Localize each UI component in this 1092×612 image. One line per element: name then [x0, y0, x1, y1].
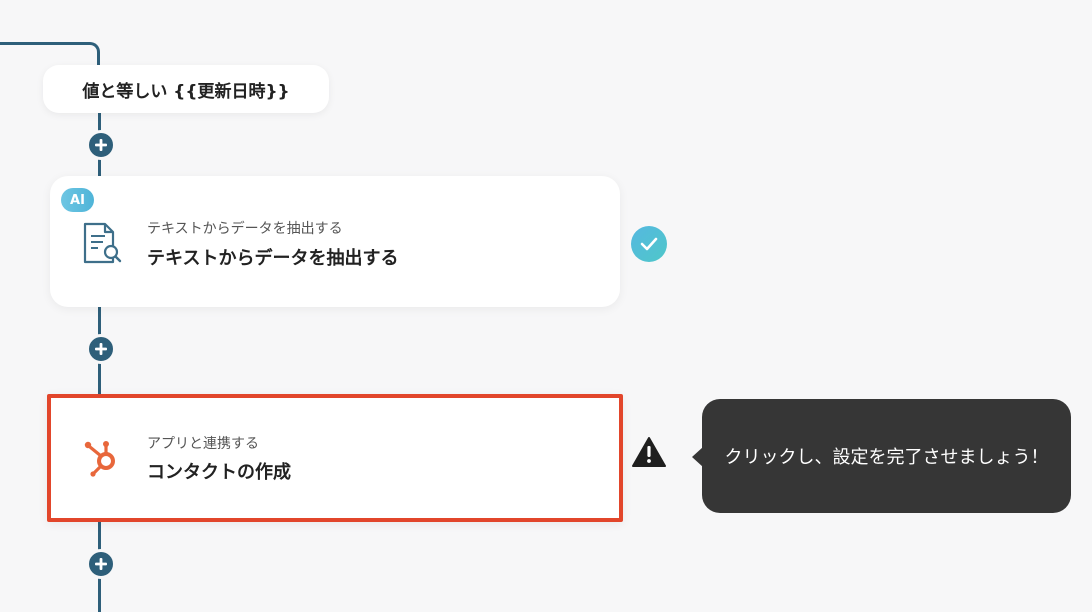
check-circle-icon — [631, 226, 667, 262]
ai-badge: AI — [61, 188, 94, 212]
condition-label: 値と等しい {{更新日時}} — [82, 81, 290, 102]
document-search-icon — [81, 222, 123, 268]
condition-node[interactable]: 値と等しい {{更新日時}} — [43, 65, 329, 113]
add-step-button[interactable] — [86, 130, 116, 160]
hubspot-icon — [82, 438, 122, 482]
add-step-button[interactable] — [86, 549, 116, 579]
add-step-button[interactable] — [86, 334, 116, 364]
step-subtitle: テキストからデータを抽出する — [147, 221, 343, 237]
step-title: テキストからデータを抽出する — [147, 248, 399, 269]
setup-hint-tooltip: クリックし、設定を完了させましょう！ — [702, 399, 1071, 513]
warning-icon — [631, 436, 667, 468]
step-title: コンタクトの作成 — [147, 462, 291, 483]
plus-icon — [95, 343, 107, 355]
step-card-create-contact[interactable] — [47, 394, 623, 522]
step-card-extract-data[interactable] — [50, 176, 620, 307]
step-subtitle: アプリと連携する — [147, 436, 259, 452]
flow-canvas: 値と等しい {{更新日時}} AI テキストからデータを抽出する テキストからデ… — [0, 0, 1092, 612]
plus-icon — [95, 558, 107, 570]
tooltip-text: クリックし、設定を完了させましょう！ — [724, 447, 1049, 468]
plus-icon — [95, 139, 107, 151]
